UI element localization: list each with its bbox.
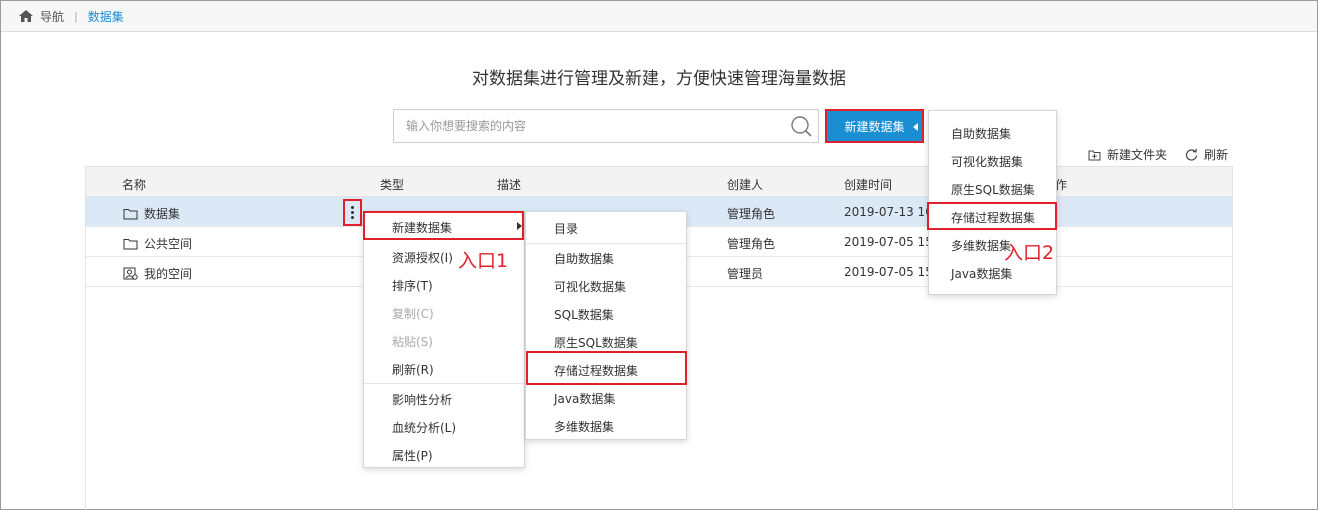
- row-creator: 管理员: [727, 267, 764, 281]
- user-space-icon: [123, 267, 138, 280]
- folder-icon: [123, 208, 138, 219]
- submenu-item-label: 多维数据集: [554, 419, 615, 434]
- submenu-item-label: 存储过程数据集: [554, 363, 639, 378]
- menu-item-label: 新建数据集: [392, 220, 453, 235]
- home-icon[interactable]: [18, 9, 34, 23]
- dot-icon: [351, 206, 354, 209]
- menu-item-label: 粘贴(S): [392, 334, 433, 349]
- menu-divider: [364, 383, 524, 384]
- header-time[interactable]: 创建时间: [844, 176, 892, 193]
- caret-left-icon: [913, 123, 918, 131]
- menu-item-label: 资源授权(I): [392, 250, 453, 265]
- row-creator: 管理角色: [727, 207, 776, 221]
- new-folder-button[interactable]: 新建文件夹: [1088, 146, 1167, 163]
- submenu-item-label: 目录: [554, 221, 579, 236]
- new-folder-icon: [1088, 150, 1101, 160]
- breadcrumb: 导航 | 数据集: [1, 1, 1317, 32]
- submenu-item-self-service[interactable]: 自助数据集: [526, 244, 686, 272]
- row-name: 公共空间: [144, 237, 193, 251]
- dropdown-item-label: Java数据集: [951, 266, 1013, 281]
- header-name[interactable]: 名称: [122, 176, 146, 193]
- toolbar-right: 新建文件夹 刷新: [1088, 146, 1246, 163]
- menu-item-new-dataset[interactable]: 新建数据集: [364, 213, 524, 241]
- menu-item-label: 排序(T): [392, 278, 433, 293]
- dropdown-item-stored-procedure[interactable]: 存储过程数据集: [929, 203, 1056, 231]
- breadcrumb-separator: |: [74, 9, 78, 23]
- search-icon[interactable]: [790, 115, 812, 137]
- dropdown-item-label: 自助数据集: [951, 126, 1012, 141]
- dropdown-item-visual[interactable]: 可视化数据集: [929, 147, 1056, 175]
- dropdown-item-label: 存储过程数据集: [951, 210, 1036, 225]
- menu-item-label: 影响性分析: [392, 392, 453, 407]
- dropdown-item-label: 多维数据集: [951, 238, 1012, 253]
- menu-item-label: 复制(C): [392, 306, 434, 321]
- row-name-cell: 公共空间: [123, 235, 192, 252]
- dropdown-item-label: 原生SQL数据集: [951, 182, 1035, 197]
- breadcrumb-current[interactable]: 数据集: [88, 8, 124, 25]
- submenu-item-label: 可视化数据集: [554, 279, 627, 294]
- dot-icon: [351, 211, 354, 214]
- new-dataset-button[interactable]: 新建数据集: [825, 109, 924, 143]
- refresh-label: 刷新: [1204, 148, 1229, 162]
- more-options-button[interactable]: [343, 199, 362, 226]
- new-dataset-dropdown: 自助数据集 可视化数据集 原生SQL数据集 存储过程数据集 多维数据集 Java…: [928, 110, 1057, 295]
- header-desc[interactable]: 描述: [497, 176, 521, 193]
- submenu-item-label: Java数据集: [554, 391, 616, 406]
- new-dataset-button-label: 新建数据集: [844, 119, 905, 134]
- row-name-cell: 数据集: [123, 205, 180, 222]
- new-dataset-submenu: 目录 自助数据集 可视化数据集 SQL数据集 原生SQL数据集 存储过程数据集 …: [525, 211, 687, 440]
- dropdown-item-label: 可视化数据集: [951, 154, 1024, 169]
- menu-item-properties[interactable]: 属性(P): [364, 441, 524, 469]
- submenu-item-sql[interactable]: SQL数据集: [526, 300, 686, 328]
- header-creator[interactable]: 创建人: [727, 176, 763, 193]
- submenu-item-label: 原生SQL数据集: [554, 335, 638, 350]
- menu-item-impact-analysis[interactable]: 影响性分析: [364, 385, 524, 413]
- row-name: 数据集: [144, 207, 181, 221]
- breadcrumb-nav[interactable]: 导航: [40, 8, 64, 25]
- table-header: 名称 类型 描述 创建人 创建时间 作: [86, 167, 1232, 197]
- submenu-item-java[interactable]: Java数据集: [526, 384, 686, 412]
- new-folder-label: 新建文件夹: [1107, 148, 1168, 162]
- row-time: 2019-07-05 15: [844, 235, 933, 249]
- dropdown-item-self-service[interactable]: 自助数据集: [929, 119, 1056, 147]
- submenu-item-label: SQL数据集: [554, 307, 614, 322]
- submenu-item-multidimensional[interactable]: 多维数据集: [526, 412, 686, 440]
- submenu-item-stored-procedure[interactable]: 存储过程数据集: [526, 356, 686, 384]
- menu-item-copy: 复制(C): [364, 299, 524, 327]
- refresh-button[interactable]: 刷新: [1185, 146, 1228, 163]
- submenu-item-native-sql[interactable]: 原生SQL数据集: [526, 328, 686, 356]
- dot-icon: [351, 216, 354, 219]
- search-input[interactable]: [394, 110, 774, 142]
- page-title: 对数据集进行管理及新建，方便快速管理海量数据: [472, 69, 846, 89]
- row-name: 我的空间: [144, 267, 193, 281]
- dropdown-item-native-sql[interactable]: 原生SQL数据集: [929, 175, 1056, 203]
- menu-item-label: 刷新(R): [392, 362, 434, 377]
- row-creator: 管理角色: [727, 237, 776, 251]
- menu-item-sort[interactable]: 排序(T): [364, 271, 524, 299]
- refresh-icon: [1185, 148, 1198, 161]
- annotation-entry1: 入口1: [458, 250, 509, 272]
- submenu-item-label: 自助数据集: [554, 251, 615, 266]
- menu-item-paste: 粘贴(S): [364, 327, 524, 355]
- menu-item-label: 血统分析(L): [392, 420, 457, 435]
- row-name-cell: 我的空间: [123, 265, 192, 282]
- menu-item-label: 属性(P): [392, 448, 433, 463]
- folder-icon: [123, 238, 138, 249]
- menu-item-lineage-analysis[interactable]: 血统分析(L): [364, 413, 524, 441]
- submenu-item-visual[interactable]: 可视化数据集: [526, 272, 686, 300]
- row-time: 2019-07-13 10: [844, 205, 933, 219]
- header-type[interactable]: 类型: [380, 176, 404, 193]
- menu-item-refresh[interactable]: 刷新(R): [364, 355, 524, 383]
- row-time: 2019-07-05 15: [844, 265, 933, 279]
- submenu-arrow-icon: [517, 222, 522, 230]
- submenu-item-directory[interactable]: 目录: [526, 214, 686, 242]
- annotation-entry2: 入口2: [1004, 242, 1055, 264]
- search-box: [393, 109, 819, 143]
